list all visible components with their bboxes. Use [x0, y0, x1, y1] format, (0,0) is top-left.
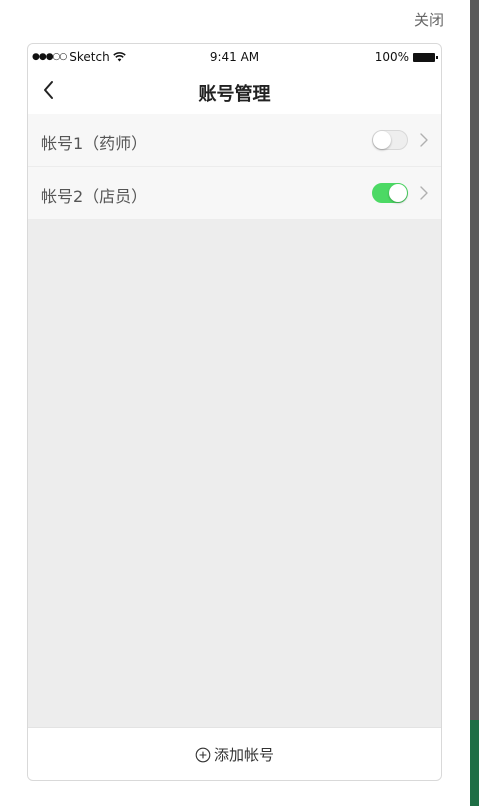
backdrop-strip-accent	[470, 720, 479, 806]
chevron-right-icon	[420, 133, 428, 147]
battery-icon	[413, 52, 438, 62]
plus-circle-icon	[195, 747, 211, 762]
account-row-2[interactable]: 帐号2（店员）	[28, 167, 441, 220]
toggle-knob	[389, 184, 407, 202]
screen: 关闭 ●●●○○ Sketch 9:41 AM 100% 账号管理 帐号1（药师…	[0, 0, 479, 806]
account-toggle-1[interactable]	[372, 130, 408, 150]
account-toggle-2[interactable]	[372, 183, 408, 203]
status-right: 100%	[374, 50, 438, 64]
phone-frame: ●●●○○ Sketch 9:41 AM 100% 账号管理 帐号1（药师） 帐…	[27, 43, 442, 781]
account-row-1[interactable]: 帐号1（药师）	[28, 114, 441, 167]
account-list: 帐号1（药师） 帐号2（店员）	[28, 114, 441, 220]
page-title: 账号管理	[198, 84, 271, 105]
chevron-right-icon	[420, 186, 428, 200]
battery-percent: 100%	[374, 50, 409, 64]
toggle-knob	[373, 131, 391, 149]
account-label: 帐号1（药师）	[41, 134, 148, 153]
close-button[interactable]: 关闭	[414, 9, 444, 30]
account-label: 帐号2（店员）	[41, 187, 148, 206]
footer-bar: 添加帐号	[28, 727, 441, 780]
add-account-label: 添加帐号	[213, 746, 274, 764]
backdrop-strip	[470, 0, 479, 806]
add-account-button[interactable]: 添加帐号	[28, 744, 441, 765]
nav-bar: 账号管理	[28, 70, 441, 114]
status-bar: ●●●○○ Sketch 9:41 AM 100%	[28, 44, 441, 70]
